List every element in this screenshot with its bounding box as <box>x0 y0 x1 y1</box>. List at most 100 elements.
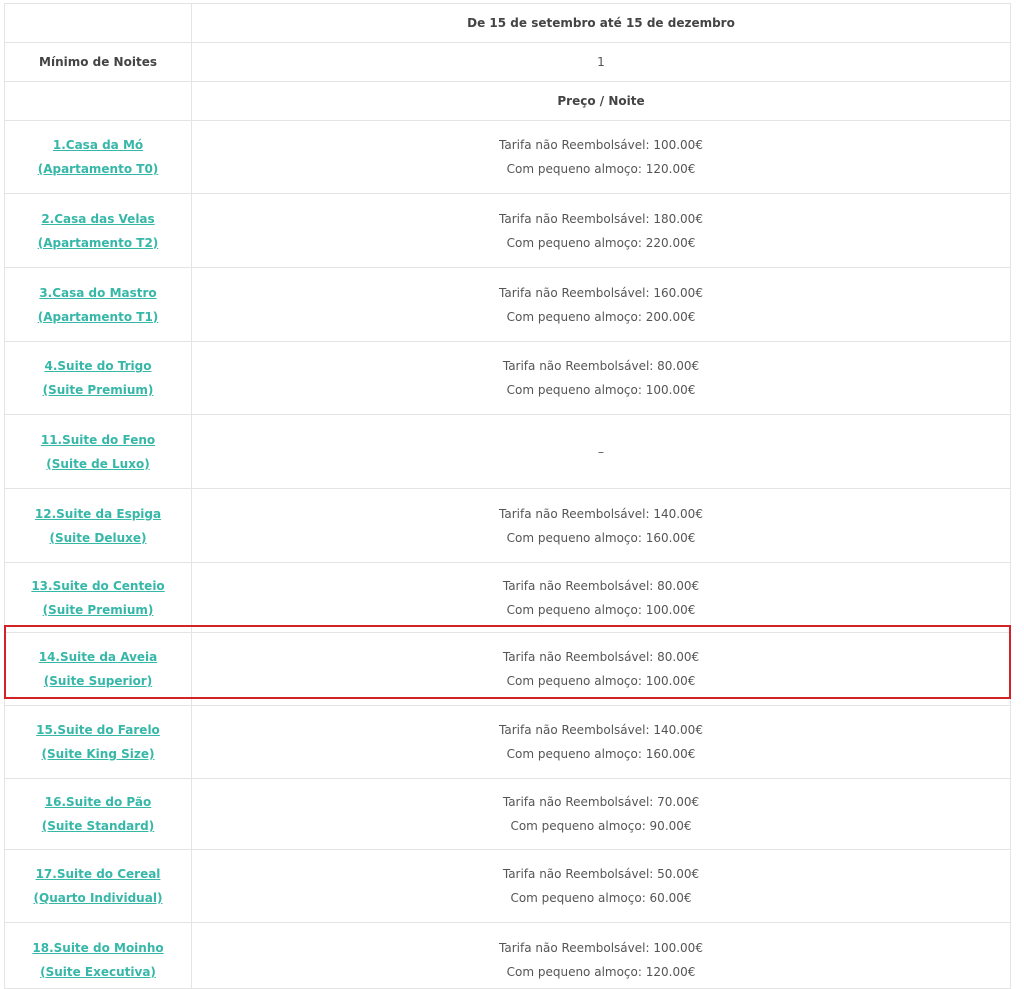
breakfast-text: Com pequeno almoço: 60.00€ <box>510 891 692 905</box>
table-row: 12.Suite da Espiga (Suite Deluxe) Tarifa … <box>4 488 1011 563</box>
room-cell: 16.Suite do Pão (Suite Standard) <box>4 778 192 850</box>
price-cell: Tarifa não Reembolsável: 100.00€ Com peq… <box>191 922 1011 989</box>
rate-text: Tarifa não Reembolsável: 80.00€ <box>502 359 700 373</box>
min-nights-value: 1 <box>191 42 1011 82</box>
room-cell: 12.Suite da Espiga (Suite Deluxe) <box>4 488 192 563</box>
rate-text: Tarifa não Reembolsável: 100.00€ <box>499 138 703 152</box>
table-row: 13.Suite do Centeio (Suite Premium) Tarif… <box>4 562 1011 633</box>
room-name: 15.Suite do Farelo <box>36 723 160 737</box>
price-cell: Tarifa não Reembolsável: 50.00€ Com pequ… <box>191 849 1011 923</box>
room-cell: 14.Suite da Aveia (Suite Superior) <box>4 632 192 706</box>
room-cell: 2.Casa das Velas (Apartamento T2) <box>4 193 192 268</box>
breakfast-text: Com pequeno almoço: 200.00€ <box>506 309 696 324</box>
room-cell: 11.Suite do Feno (Suite de Luxo) <box>4 414 192 489</box>
room-link[interactable]: 13.Suite do Centeio (Suite Premium) <box>5 574 191 622</box>
breakfast-text: Com pequeno almoço: 220.00€ <box>506 235 696 250</box>
room-type: (Suite Premium) <box>42 383 154 397</box>
room-name: 3.Casa do Mastro <box>39 285 157 300</box>
room-link[interactable]: 15.Suite do Farelo (Suite King Size) <box>5 718 191 766</box>
room-type: (Apartamento T2) <box>37 235 159 250</box>
table-row: 4.Suite do Trigo (Suite Premium) Tarifa n… <box>4 341 1011 415</box>
period-row: De 15 de setembro até 15 de dezembro <box>4 3 1011 43</box>
period-header: De 15 de setembro até 15 de dezembro <box>191 3 1011 43</box>
room-name: 14.Suite da Aveia <box>38 650 158 664</box>
room-name: 4.Suite do Trigo <box>44 359 152 373</box>
price-cell: Tarifa não Reembolsável: 100.00€ Com peq… <box>191 120 1011 194</box>
rates-table: De 15 de setembro até 15 de dezembro Mín… <box>4 3 1011 989</box>
room-link[interactable]: 18.Suite do Moinho (Suite Executiva) <box>5 936 191 984</box>
room-type: (Quarto Individual) <box>33 891 163 905</box>
rate-text: Tarifa não Reembolsável: 100.00€ <box>499 940 703 955</box>
room-name: 13.Suite do Centeio <box>31 578 165 593</box>
table-row: 2.Casa das Velas (Apartamento T2) Tarifa … <box>4 193 1011 268</box>
price-cell: Tarifa não Reembolsável: 80.00€ Com pequ… <box>191 562 1011 633</box>
rate-text: Tarifa não Reembolsável: 80.00€ <box>502 650 700 664</box>
room-link[interactable]: 4.Suite do Trigo (Suite Premium) <box>5 354 191 402</box>
room-name: 18.Suite do Moinho <box>32 940 164 955</box>
price-cell: – <box>191 414 1011 489</box>
table-row: 18.Suite do Moinho (Suite Executiva) Tari… <box>4 922 1011 989</box>
rate-text: Tarifa não Reembolsável: 80.00€ <box>502 578 700 593</box>
room-type: (Suite Premium) <box>42 602 154 617</box>
breakfast-text: Com pequeno almoço: 120.00€ <box>506 162 696 176</box>
room-type: (Suite King Size) <box>41 747 155 761</box>
rate-text: Tarifa não Reembolsável: 70.00€ <box>502 795 700 809</box>
price-cell: Tarifa não Reembolsável: 80.00€ Com pequ… <box>191 341 1011 415</box>
breakfast-text: Com pequeno almoço: 160.00€ <box>506 747 696 761</box>
breakfast-text: Com pequeno almoço: 90.00€ <box>510 819 692 833</box>
room-link[interactable]: 3.Casa do Mastro (Apartamento T1) <box>5 281 191 329</box>
room-cell: 1.Casa da Mó (Apartamento T0) <box>4 120 192 194</box>
min-nights-row: Mínimo de Noites 1 <box>4 42 1011 82</box>
table-row: 3.Casa do Mastro (Apartamento T1) Tarifa … <box>4 267 1011 342</box>
room-cell: 15.Suite do Farelo (Suite King Size) <box>4 705 192 779</box>
room-link[interactable]: 2.Casa das Velas (Apartamento T2) <box>5 207 191 255</box>
breakfast-text: Com pequeno almoço: 100.00€ <box>506 383 696 397</box>
room-name: 12.Suite da Espiga <box>34 506 162 521</box>
room-name: 11.Suite do Feno <box>40 432 156 447</box>
room-cell: 4.Suite do Trigo (Suite Premium) <box>4 341 192 415</box>
no-rate-dash: – <box>598 444 604 459</box>
price-header: Preço / Noite <box>191 81 1011 121</box>
room-name: 16.Suite do Pão <box>44 795 152 809</box>
room-link[interactable]: 14.Suite da Aveia (Suite Superior) <box>5 645 191 693</box>
room-name: 2.Casa das Velas <box>41 211 155 226</box>
breakfast-text: Com pequeno almoço: 120.00€ <box>506 964 696 979</box>
room-type: (Suite Executiva) <box>40 964 156 979</box>
price-cell: Tarifa não Reembolsável: 70.00€ Com pequ… <box>191 778 1011 850</box>
breakfast-text: Com pequeno almoço: 100.00€ <box>506 602 696 617</box>
price-cell: Tarifa não Reembolsável: 160.00€ Com peq… <box>191 267 1011 342</box>
room-link[interactable]: 17.Suite do Cereal (Quarto Individual) <box>5 862 191 910</box>
price-cell: Tarifa não Reembolsável: 180.00€ Com peq… <box>191 193 1011 268</box>
empty-header-cell <box>4 3 192 43</box>
table-row: 15.Suite do Farelo (Suite King Size) Tari… <box>4 705 1011 779</box>
table-row: 17.Suite do Cereal (Quarto Individual) Ta… <box>4 849 1011 923</box>
room-cell: 17.Suite do Cereal (Quarto Individual) <box>4 849 192 923</box>
rate-text: Tarifa não Reembolsável: 140.00€ <box>499 506 703 521</box>
breakfast-text: Com pequeno almoço: 160.00€ <box>506 530 696 545</box>
rate-text: Tarifa não Reembolsável: 180.00€ <box>499 211 703 226</box>
table-row: 11.Suite do Feno (Suite de Luxo) – <box>4 414 1011 489</box>
price-cell: Tarifa não Reembolsável: 140.00€ Com peq… <box>191 488 1011 563</box>
room-type: (Suite de Luxo) <box>46 456 150 471</box>
price-cell: Tarifa não Reembolsável: 140.00€ Com peq… <box>191 705 1011 779</box>
room-type: (Apartamento T1) <box>37 309 159 324</box>
room-link[interactable]: 12.Suite da Espiga (Suite Deluxe) <box>5 502 191 550</box>
room-link[interactable]: 1.Casa da Mó (Apartamento T0) <box>5 133 191 181</box>
room-cell: 13.Suite do Centeio (Suite Premium) <box>4 562 192 633</box>
rate-text: Tarifa não Reembolsável: 160.00€ <box>499 285 703 300</box>
room-type: (Apartamento T0) <box>37 162 159 176</box>
room-link[interactable]: 11.Suite do Feno (Suite de Luxo) <box>5 428 191 476</box>
room-type: (Suite Deluxe) <box>49 530 147 545</box>
breakfast-text: Com pequeno almoço: 100.00€ <box>506 674 696 688</box>
room-cell: 3.Casa do Mastro (Apartamento T1) <box>4 267 192 342</box>
table-row-highlighted: 14.Suite da Aveia (Suite Superior) Tarifa… <box>4 632 1011 706</box>
min-nights-label: Mínimo de Noites <box>4 42 192 82</box>
empty-price-cell <box>4 81 192 121</box>
room-type: (Suite Superior) <box>43 674 153 688</box>
room-link[interactable]: 16.Suite do Pão (Suite Standard) <box>5 790 191 838</box>
price-cell: Tarifa não Reembolsável: 80.00€ Com pequ… <box>191 632 1011 706</box>
room-name: 17.Suite do Cereal <box>35 867 161 881</box>
room-name: 1.Casa da Mó <box>52 138 144 152</box>
rate-text: Tarifa não Reembolsável: 50.00€ <box>502 867 700 881</box>
price-header-row: Preço / Noite <box>4 81 1011 121</box>
